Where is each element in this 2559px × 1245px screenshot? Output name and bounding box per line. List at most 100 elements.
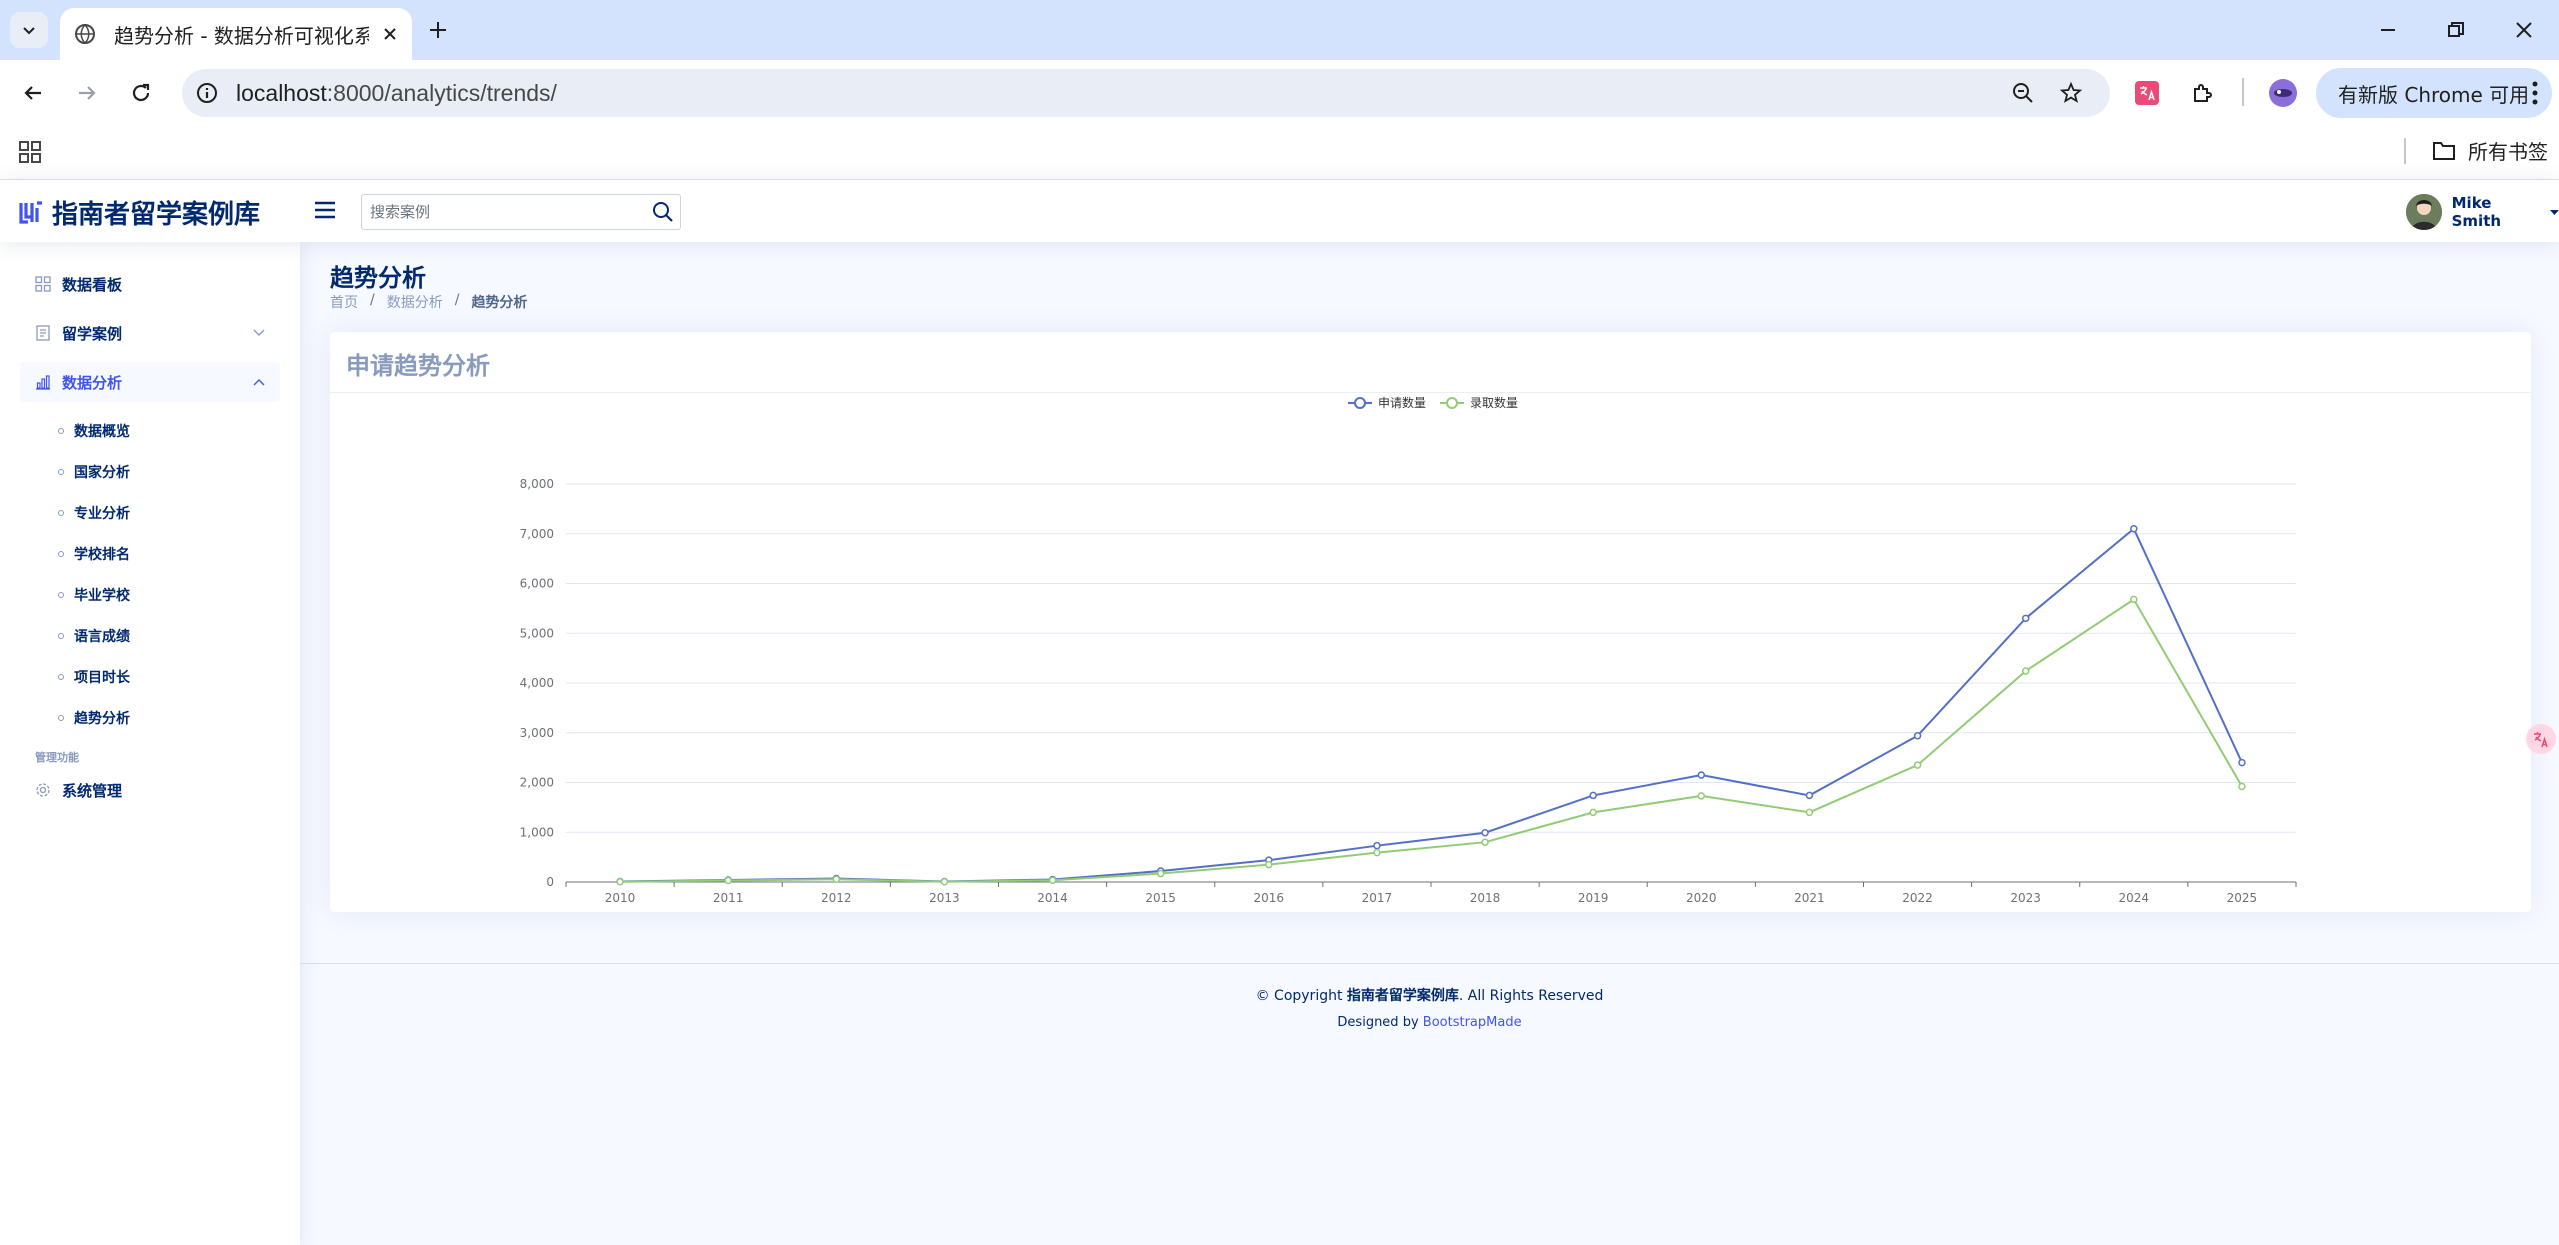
data-point (2021, 667, 2030, 675)
data-point (940, 878, 949, 886)
x-tick-label: 2020 (1686, 891, 1717, 905)
reload-button[interactable] (122, 74, 160, 112)
all-bookmarks-button[interactable]: 所有书签 (2432, 136, 2548, 165)
sidebar-item-cases[interactable]: 留学案例 (20, 313, 280, 353)
search-form (361, 194, 681, 230)
circle-icon (58, 551, 64, 557)
sidebar-subitem-overview[interactable]: 数据概览 (58, 421, 130, 441)
browser-tab-active[interactable]: 趋势分析 - 数据分析可视化系统 (60, 8, 412, 60)
profile-button[interactable] (2264, 74, 2302, 112)
data-point (2021, 614, 2030, 623)
sidebar-item-analytics[interactable]: 数据分析 (20, 362, 280, 402)
data-point (1805, 791, 1814, 800)
breadcrumb-current: 趋势分析 (471, 295, 528, 311)
close-icon (2516, 22, 2532, 38)
plus-icon (430, 22, 446, 38)
y-tick-label: 1,000 (520, 825, 554, 839)
x-tick-label: 2016 (1254, 891, 1285, 905)
bookmark-star-button[interactable] (2056, 78, 2086, 108)
extensions-button[interactable] (2184, 74, 2222, 112)
search-icon[interactable] (652, 201, 674, 223)
footer-divider (300, 963, 2559, 964)
chevron-down-icon (23, 27, 35, 35)
floating-translate-button[interactable] (2526, 724, 2556, 754)
data-point (1697, 792, 1706, 800)
url-text: localhost:8000/analytics/trends/ (236, 79, 557, 106)
chrome-update-button[interactable]: 有新版 Chrome 可用 (2316, 68, 2552, 118)
circle-icon (58, 428, 64, 434)
zoom-button[interactable] (2008, 78, 2038, 108)
translate-icon (2534, 732, 2548, 748)
user-profile-dropdown[interactable]: Mike Smith (2406, 194, 2559, 230)
apps-grid-icon[interactable] (18, 140, 42, 164)
trend-line-chart: 0 1,000 2,000 3,000 4,000 5,000 6,000 7,000 8,00… (520, 395, 2297, 905)
more-vert-icon (2532, 81, 2538, 105)
restore-button[interactable] (2436, 10, 2476, 50)
data-point (1589, 808, 1597, 817)
series-line-1 (620, 527, 2243, 883)
chevron-down-icon (253, 329, 265, 336)
sidebar-item-system-admin[interactable]: 系统管理 (20, 770, 280, 810)
close-window-button[interactable] (2504, 10, 2544, 50)
sidebar-item-label: 数据分析 (62, 373, 123, 392)
sidebar-item-label: 留学案例 (62, 324, 123, 343)
x-tick-label: 2023 (2010, 891, 2041, 905)
data-point (1481, 838, 1489, 846)
x-tick-label: 2019 (1578, 891, 1609, 905)
y-tick-label: 8,000 (520, 477, 554, 491)
new-tab-button[interactable] (422, 14, 454, 46)
sidebar-subitem-major[interactable]: 专业分析 (58, 503, 130, 523)
y-tick-label: 4,000 (520, 676, 554, 690)
data-point (724, 876, 732, 885)
circle-icon (58, 469, 64, 475)
breadcrumb-home[interactable]: 首页 (330, 292, 358, 312)
grid-icon (34, 275, 52, 293)
site-info-icon[interactable] (196, 82, 218, 104)
arrow-right-icon (79, 86, 96, 100)
sidebar-item-dashboard[interactable]: 数据看板 (20, 264, 280, 304)
close-icon[interactable] (382, 26, 398, 42)
minimize-icon (2381, 29, 2395, 31)
x-tick-label: 2011 (713, 891, 744, 905)
y-tick-label: 7,000 (520, 527, 554, 541)
translate-extension-button[interactable] (2128, 74, 2166, 112)
forward-button[interactable] (68, 74, 106, 112)
sidebar-subitem-graduate-school[interactable]: 毕业学校 (58, 585, 130, 605)
search-input[interactable] (362, 195, 632, 229)
sidebar-subitem-ranking[interactable]: 学校排名 (58, 544, 130, 564)
x-tick-label: 2017 (1362, 891, 1393, 905)
star-icon (2059, 81, 2083, 103)
tab-search-button[interactable] (10, 12, 48, 48)
x-tick-label: 2014 (1037, 891, 1068, 905)
sidebar-item-label: 系统管理 (62, 781, 123, 800)
legend-marker (1446, 397, 1458, 409)
sidebar-subitem-duration[interactable]: 项目时长 (58, 667, 130, 687)
breadcrumb-analytics[interactable]: 数据分析 (387, 292, 443, 312)
sidebar-subitem-language[interactable]: 语言成绩 (58, 626, 130, 646)
logo-text: 指南者留学案例库 (52, 200, 261, 230)
logo[interactable]: 指南者留学案例库 (18, 194, 260, 231)
browser-toolbar: localhost:8000/analytics/trends/ 有新版 Chr… (0, 60, 2559, 126)
minimize-button[interactable] (2368, 10, 2408, 50)
sidebar-subitem-trends[interactable]: 趋势分析 (58, 708, 130, 728)
data-point (2238, 782, 2246, 791)
bar-chart-icon (34, 373, 52, 391)
data-point (616, 878, 624, 886)
data-point (1048, 876, 1057, 885)
legend-label: 录取数量 (1470, 395, 1518, 410)
data-point (1589, 791, 1597, 800)
page-title: 趋势分析 (330, 264, 426, 292)
logo-icon (19, 200, 42, 224)
back-button[interactable] (14, 74, 52, 112)
sidebar-subitem-country[interactable]: 国家分析 (58, 462, 130, 482)
y-tick-label: 3,000 (520, 726, 554, 740)
address-bar[interactable]: localhost:8000/analytics/trends/ (182, 69, 2110, 117)
user-name: Mike Smith (2451, 194, 2502, 230)
x-tick-label: 2021 (1794, 891, 1825, 905)
x-tick-label: 2024 (2119, 891, 2150, 905)
designer-link[interactable]: BootstrapMade (1423, 1015, 1522, 1030)
trend-chart-card: 申请趋势分析 0 1,000 2,000 3,000 4,000 5,000 6,000 7,… (330, 332, 2531, 912)
card-title: 申请趋势分析 (346, 352, 490, 380)
data-point (832, 875, 841, 884)
hamburger-menu-icon[interactable] (312, 197, 338, 223)
